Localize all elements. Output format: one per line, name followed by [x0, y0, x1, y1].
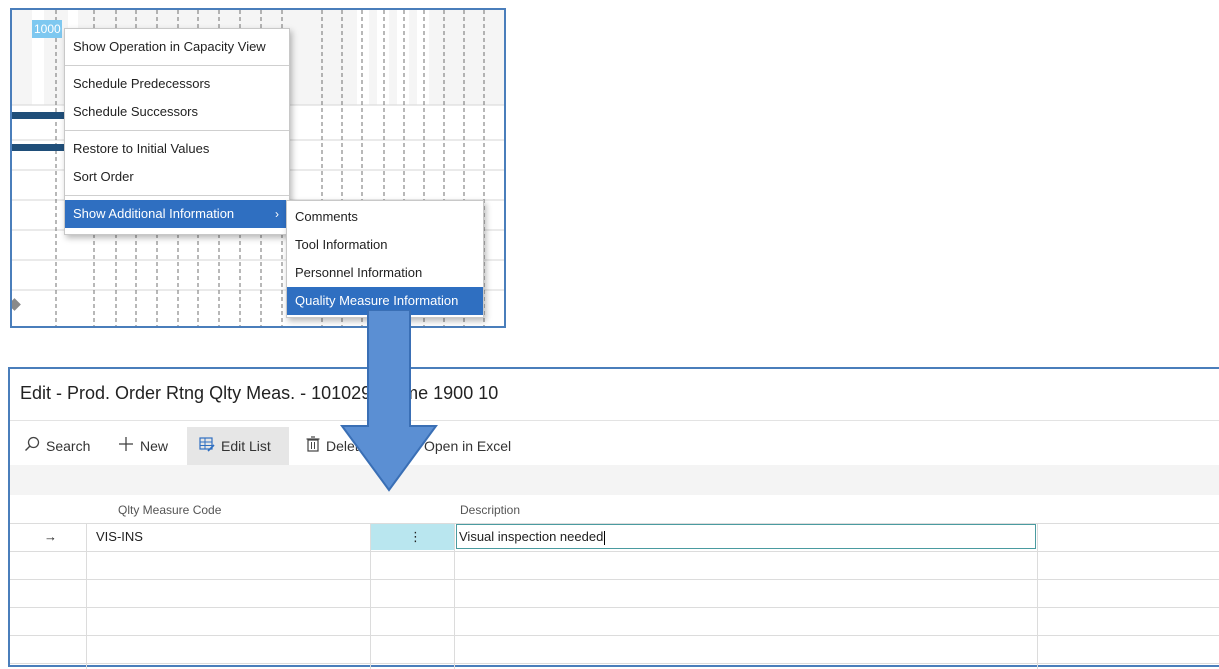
chevron-right-icon: ›: [275, 207, 279, 221]
menu-separator: [65, 130, 289, 131]
grid-header-band: [10, 465, 1219, 495]
menu-item-show-operation-capacity[interactable]: Show Operation in Capacity View: [65, 33, 289, 61]
edit-list-label: Edit List: [221, 438, 271, 454]
menu-separator: [65, 65, 289, 66]
data-grid: → VIS-INS ⋮ Visual inspection needed: [10, 523, 1219, 669]
submenu: Comments Tool Information Personnel Info…: [286, 200, 484, 318]
menu-item-show-additional-information[interactable]: Show Additional Information ›: [65, 200, 289, 228]
menu-item-label: Show Additional Information: [73, 206, 235, 221]
row-menu-cell[interactable]: ⋮: [371, 524, 454, 550]
new-button[interactable]: New: [118, 427, 168, 465]
menu-item-schedule-predecessors[interactable]: Schedule Predecessors: [65, 70, 289, 98]
menu-item-restore-initial-values[interactable]: Restore to Initial Values: [65, 135, 289, 163]
row-indicator-arrow-icon: →: [44, 529, 57, 544]
submenu-item-personnel-information[interactable]: Personnel Information: [287, 259, 483, 287]
new-label: New: [140, 438, 169, 454]
action-bar: Search New Edit List Delete Open in Exce…: [10, 427, 1219, 465]
submenu-item-comments[interactable]: Comments: [287, 203, 483, 231]
menu-item-schedule-successors[interactable]: Schedule Successors: [65, 98, 289, 126]
search-label: Search: [46, 438, 91, 454]
qlty-measure-code-cell[interactable]: VIS-INS: [96, 529, 143, 544]
down-arrow-icon: [340, 310, 438, 492]
description-value: Visual inspection needed: [459, 529, 604, 544]
submenu-item-tool-information[interactable]: Tool Information: [287, 231, 483, 259]
kebab-menu-icon[interactable]: ⋮: [409, 529, 422, 545]
text-caret: [604, 530, 606, 545]
edit-list-button[interactable]: Edit List: [187, 427, 289, 465]
description-input[interactable]: Visual inspection needed: [456, 524, 1036, 549]
trash-icon: [306, 428, 320, 466]
edit-list-icon: [199, 428, 215, 466]
column-header-qlty-measure-code[interactable]: Qlty Measure Code: [118, 503, 221, 517]
plus-icon: [118, 428, 134, 466]
column-header-description[interactable]: Description: [460, 503, 520, 517]
context-menu: Show Operation in Capacity View Schedule…: [64, 28, 290, 235]
title-divider: [10, 420, 1219, 421]
list-page: Edit - Prod. Order Rtng Qlty Meas. - 101…: [8, 367, 1219, 669]
search-button[interactable]: Search: [24, 427, 90, 465]
search-icon: [24, 428, 40, 466]
menu-item-sort-order[interactable]: Sort Order: [65, 163, 289, 191]
operation-badge[interactable]: 1000: [32, 20, 62, 38]
menu-separator: [65, 195, 289, 196]
